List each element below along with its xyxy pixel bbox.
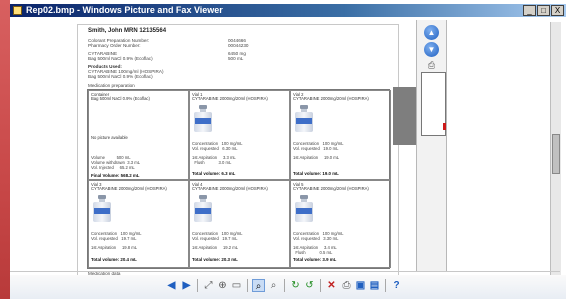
vial-info: Concentration 100 mg/mL Vol. requested 3… (293, 231, 344, 241)
vial-cell: Vial 2 CYTARABINE 2000mg/20ml (HOSPIRA) … (290, 90, 391, 180)
vial-image (194, 195, 212, 223)
scroll-up-button[interactable]: ▲ (424, 25, 439, 40)
divider (10, 271, 560, 272)
vial-info: Concentration 100 mg/mL Vol. requested 1… (192, 231, 243, 241)
vial-name: CYTARABINE 2000mg/20ml (HOSPIRA) (192, 96, 268, 101)
info-row-label: Pharmacy Order Number: (88, 43, 141, 48)
vial-aspiration: 1st Aspiration 3.3 mL Flush 3.0 mL (192, 155, 236, 165)
vial-name: CYTARABINE 2000mg/20ml (HOSPIRA) (293, 96, 369, 101)
open-with-button[interactable]: ▤ (368, 279, 381, 292)
gray-overlay-block (393, 87, 416, 145)
maximize-button[interactable]: □ (537, 5, 550, 16)
arrow-up-icon: ▲ (427, 28, 436, 37)
toolbar-separator (284, 279, 285, 292)
slideshow-button[interactable]: ▭ (230, 279, 243, 292)
container-info: Volume 500 mL Volume withdrawn 3.3 mL Vo… (91, 155, 141, 170)
displayed-report-image: Smith, John MRN 12135564 Colorant Prepar… (77, 24, 399, 276)
vial-image (295, 195, 313, 223)
vial-total: Total volume: 19.0 mL (293, 171, 339, 176)
vial-info: Concentration 100 mg/mL Vol. requested 6… (192, 141, 243, 151)
best-fit-button[interactable]: ⤢ (202, 279, 215, 292)
rotate-counterclockwise-button[interactable]: ↺ (303, 279, 316, 292)
picture-viewer-window: Rep02.bmp - Windows Picture and Fax View… (10, 0, 566, 299)
vial-image (93, 195, 111, 223)
previous-image-button[interactable]: ◀ (165, 279, 178, 292)
info-row-label: Bag 500ml NaCl 0.9% (Ecoflac) (88, 56, 153, 61)
viewer-toolbar: ◀ ▶ ⤢ ⊕ ▭ ⌕ ⌕ ↻ ↺ ✕ ⎙ ▣ ▤ ? (10, 275, 566, 299)
toolbar-separator (320, 279, 321, 292)
vial-aspiration: 1st Aspiration 19.2 mL (192, 245, 239, 250)
actual-size-button[interactable]: ⊕ (216, 279, 229, 292)
preparation-grid: Container Bag 500ml NaCl 0.9% (Ecoflac) … (87, 89, 391, 269)
vial-total: Total volume: 3.9 mL (293, 257, 337, 262)
vial-image (295, 105, 313, 133)
save-button[interactable]: ▣ (354, 279, 367, 292)
zoom-in-button[interactable]: ⌕ (252, 279, 265, 292)
vial-info: Concentration 100 mg/mL Vol. requested 1… (293, 141, 344, 151)
scrollbar-thumb[interactable] (552, 134, 560, 174)
vial-name: CYTARABINE 2000mg/20ml (HOSPIRA) (192, 186, 268, 191)
product-row: Bag 500ml NaCl 0.9% (Ecoflac) (88, 74, 153, 79)
patient-header: Smith, John MRN 12135564 (88, 28, 167, 34)
vial-aspiration: 1st Aspiration 3.4 mL Flush 0.5 mL (293, 245, 337, 255)
right-side-panel: ▲ ▼ ⎙ (416, 20, 447, 272)
arrow-down-icon: ▼ (427, 45, 436, 54)
print-icon[interactable]: ⎙ (424, 60, 439, 71)
vertical-scrollbar[interactable] (550, 22, 561, 288)
info-row-value: 00044230 (228, 43, 249, 48)
rotate-clockwise-button[interactable]: ↻ (289, 279, 302, 292)
print-button[interactable]: ⎙ (340, 279, 353, 292)
vial-cell: Vial 3 CYTARABINE 2000mg/20ml (HOSPIRA) … (88, 180, 189, 268)
no-picture-text: No picture available (91, 135, 128, 140)
vial-info: Concentration 100 mg/mL Vol. requested 1… (91, 231, 142, 241)
vial-cell: Vial 5 CYTARABINE 2000mg/20ml (HOSPIRA) … (290, 180, 391, 268)
app-icon (13, 6, 22, 15)
vial-name: CYTARABINE 2000mg/20ml (HOSPIRA) (293, 186, 369, 191)
window-title: Rep02.bmp - Windows Picture and Fax View… (26, 5, 223, 15)
info-row-value: 500 mL (228, 56, 244, 61)
vial-image (194, 105, 212, 133)
vial-total: Total volume: 20.3 mL (192, 257, 238, 262)
next-image-button[interactable]: ▶ (180, 279, 193, 292)
container-value: Bag 500ml NaCl 0.9% (Ecoflac) (91, 96, 150, 101)
delete-button[interactable]: ✕ (325, 279, 338, 292)
close-button[interactable]: X (551, 5, 564, 16)
container-cell: Container Bag 500ml NaCl 0.9% (Ecoflac) … (88, 90, 189, 180)
image-view-area[interactable]: Smith, John MRN 12135564 Colorant Prepar… (10, 17, 566, 288)
vial-total: Total volume: 20.4 mL (91, 257, 137, 262)
scroll-down-button[interactable]: ▼ (424, 42, 439, 57)
zoom-out-button[interactable]: ⌕ (267, 279, 280, 292)
toolbar-separator (385, 279, 386, 292)
red-marker (443, 123, 446, 130)
title-bar[interactable]: Rep02.bmp - Windows Picture and Fax View… (10, 4, 566, 17)
toolbar-separator (197, 279, 198, 292)
vial-cell: Vial 1 CYTARABINE 2000mg/20ml (HOSPIRA) … (189, 90, 290, 180)
vial-aspiration: 1st Aspiration 19.8 mL (91, 245, 138, 250)
vial-aspiration: 1st Aspiration 19.0 mL (293, 155, 340, 160)
help-button[interactable]: ? (390, 279, 403, 292)
minimize-button[interactable]: _ (523, 5, 536, 16)
vial-total: Total volume: 6.3 mL (192, 171, 236, 176)
medication-prep-label: Medication preparation (88, 83, 135, 88)
vial-cell: Vial 4 CYTARABINE 2000mg/20ml (HOSPIRA) … (189, 180, 290, 268)
vial-name: CYTARABINE 2000mg/20ml (HOSPIRA) (91, 186, 167, 191)
final-volume: Final Volume: 568.2 mL (91, 173, 140, 178)
toolbar-separator (247, 279, 248, 292)
